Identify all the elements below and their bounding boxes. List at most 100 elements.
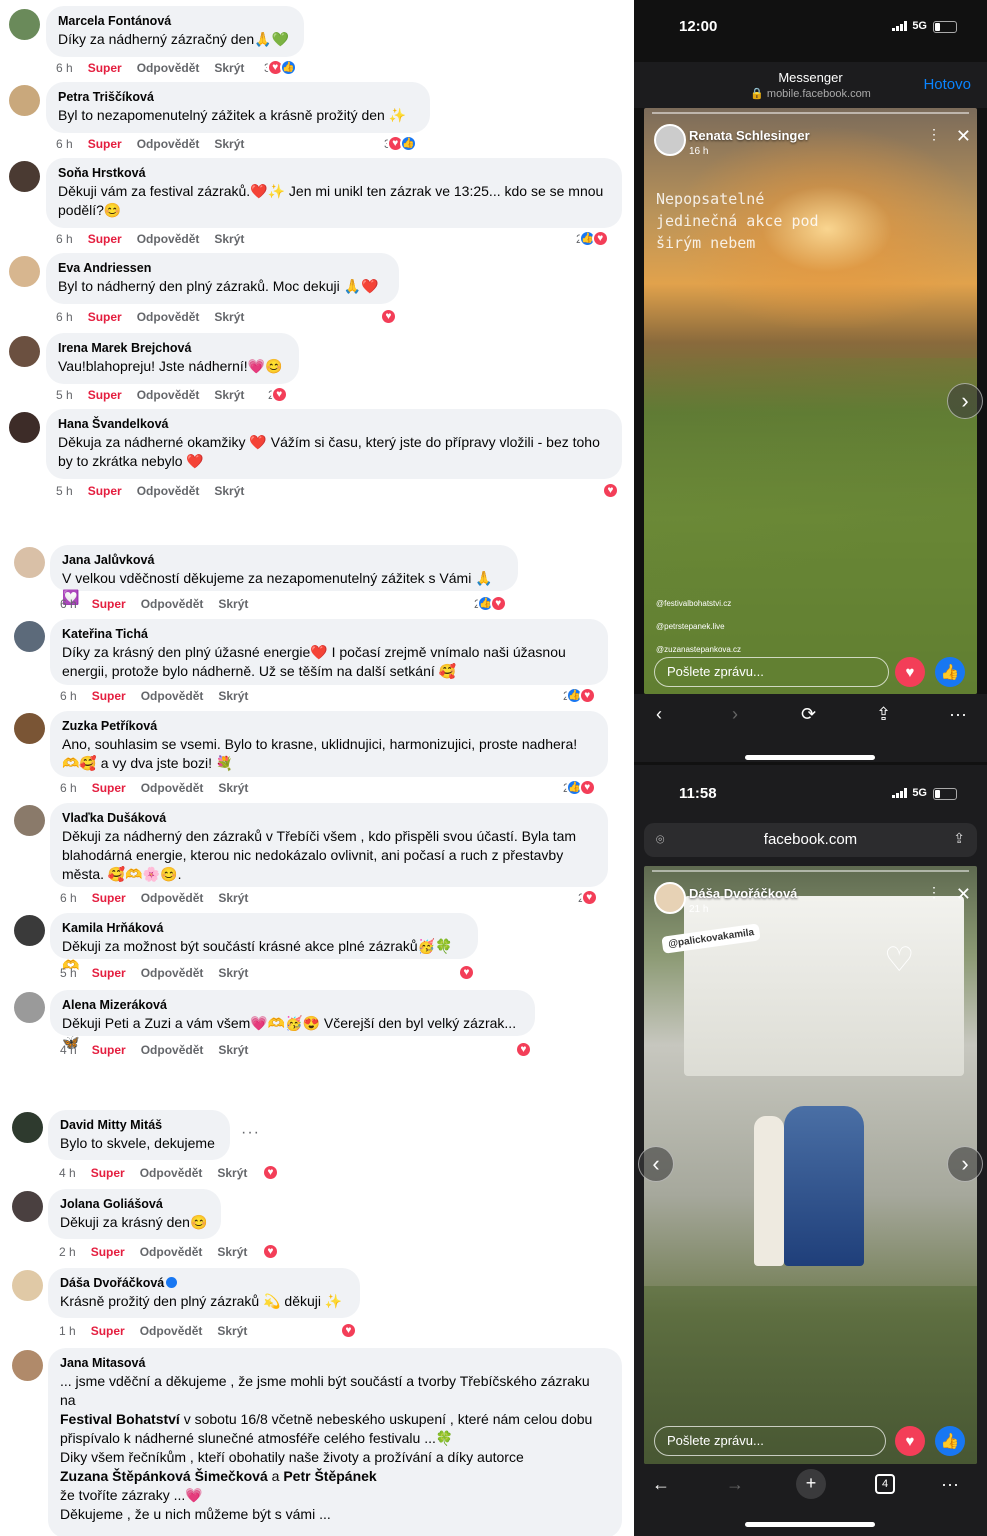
reply-button[interactable]: Odpovědět xyxy=(137,388,200,402)
comment-author[interactable]: Alena Mizeráková xyxy=(62,998,523,1013)
reaction-count[interactable]: ♥ xyxy=(602,482,619,499)
comment-time[interactable]: 2 h xyxy=(59,1245,76,1259)
comment-time[interactable]: 1 h xyxy=(59,1324,76,1338)
comment-author[interactable]: Hana Švandelková xyxy=(58,417,610,432)
reaction-count[interactable]: ♥ xyxy=(262,1164,279,1181)
story-avatar[interactable] xyxy=(654,882,686,914)
reply-button[interactable]: Odpovědět xyxy=(140,1324,203,1338)
reaction-count[interactable]: 2👍♥ xyxy=(563,779,596,796)
next-story-icon[interactable]: › xyxy=(947,1146,983,1182)
story-view[interactable]: Dáša Dvořáčková 21 h ⋮ ✕ @palickovakamil… xyxy=(644,866,977,1464)
comment-author[interactable]: Soňa Hrstková xyxy=(58,166,610,181)
avatar[interactable] xyxy=(14,805,45,836)
comment-time[interactable]: 4 h xyxy=(59,1166,76,1180)
comment-time[interactable]: 6 h xyxy=(56,137,73,151)
like-button[interactable]: Super xyxy=(92,966,126,980)
comment-time[interactable]: 4 h xyxy=(60,1043,77,1057)
reply-button[interactable]: Odpovědět xyxy=(140,1245,203,1259)
comment-author[interactable]: Zuzka Petříková xyxy=(62,719,596,734)
avatar[interactable] xyxy=(14,547,45,578)
avatar[interactable] xyxy=(9,85,40,116)
more-icon[interactable]: ··· xyxy=(949,704,967,725)
reader-icon[interactable]: ⌾ xyxy=(656,831,664,848)
reaction-count[interactable]: 2♥ xyxy=(578,889,598,906)
story-view[interactable]: Renata Schlesinger 16 h ⋮ ✕ Nepopsatelné… xyxy=(644,108,977,694)
reply-button[interactable]: Odpovědět xyxy=(140,1166,203,1180)
comment-author[interactable]: Jolana Goliášová xyxy=(60,1197,209,1212)
avatar[interactable] xyxy=(9,9,40,40)
reply-button[interactable]: Odpovědět xyxy=(137,484,200,498)
comment-time[interactable]: 6 h xyxy=(60,597,77,611)
like-button[interactable]: Super xyxy=(91,1245,125,1259)
more-icon[interactable]: ··· xyxy=(941,1474,959,1495)
comment-author[interactable]: Eva Andriessen xyxy=(58,261,387,276)
hide-button[interactable]: Skrýt xyxy=(214,484,244,498)
reply-button[interactable]: Odpovědět xyxy=(137,310,200,324)
avatar[interactable] xyxy=(9,412,40,443)
reaction-count[interactable]: ♥ xyxy=(458,964,475,981)
hide-button[interactable]: Skrýt xyxy=(218,597,248,611)
like-reaction-button[interactable]: 👍 xyxy=(935,657,965,687)
share-icon[interactable]: ⇪ xyxy=(876,704,891,725)
comment-time[interactable]: 5 h xyxy=(60,966,77,980)
comment-author[interactable]: Kamila Hrňáková xyxy=(62,921,466,936)
like-button[interactable]: Super xyxy=(88,388,122,402)
more-options-icon[interactable]: ⋮ xyxy=(927,884,941,901)
like-button[interactable]: Super xyxy=(88,232,122,246)
reaction-count[interactable]: 2♥ xyxy=(268,386,288,403)
comment-time[interactable]: 6 h xyxy=(60,689,77,703)
like-button[interactable]: Super xyxy=(88,310,122,324)
heart-reaction-button[interactable]: ♥ xyxy=(895,1426,925,1456)
like-reaction-button[interactable]: 👍 xyxy=(935,1426,965,1456)
reply-button[interactable]: Odpovědět xyxy=(141,891,204,905)
like-button[interactable]: Super xyxy=(92,597,126,611)
more-options-icon[interactable]: ⋮ xyxy=(927,126,941,143)
next-story-icon[interactable]: › xyxy=(947,383,983,419)
hide-button[interactable]: Skrýt xyxy=(217,1166,247,1180)
address-bar[interactable]: ⌾ facebook.com ⇪ xyxy=(644,823,977,857)
hide-button[interactable]: Skrýt xyxy=(217,1324,247,1338)
like-button[interactable]: Super xyxy=(91,1166,125,1180)
like-button[interactable]: Super xyxy=(92,891,126,905)
reply-button[interactable]: Odpovědět xyxy=(141,1043,204,1057)
comment-author[interactable]: Vlaďka Dušáková xyxy=(62,811,596,826)
like-button[interactable]: Super xyxy=(92,781,126,795)
reaction-count[interactable]: 2👍♥ xyxy=(563,687,596,704)
comment-time[interactable]: 6 h xyxy=(56,61,73,75)
avatar[interactable] xyxy=(9,161,40,192)
reaction-count[interactable]: ♥ xyxy=(515,1041,532,1058)
reaction-count[interactable]: ♥ xyxy=(380,308,397,325)
like-button[interactable]: Super xyxy=(92,689,126,703)
hide-button[interactable]: Skrýt xyxy=(214,232,244,246)
avatar[interactable] xyxy=(12,1191,43,1222)
hide-button[interactable]: Skrýt xyxy=(218,966,248,980)
previous-story-icon[interactable]: ‹ xyxy=(638,1146,674,1182)
reaction-count[interactable]: 2👍♥ xyxy=(474,595,507,612)
hide-button[interactable]: Skrýt xyxy=(214,61,244,75)
reaction-count[interactable]: ♥ xyxy=(262,1243,279,1260)
more-options-icon[interactable]: ··· xyxy=(241,1124,260,1142)
story-avatar[interactable] xyxy=(654,124,686,156)
avatar[interactable] xyxy=(14,915,45,946)
reply-button[interactable]: Odpovědět xyxy=(141,966,204,980)
share-icon[interactable]: ⇪ xyxy=(953,830,965,847)
hide-button[interactable]: Skrýt xyxy=(218,1043,248,1057)
avatar[interactable] xyxy=(14,621,45,652)
comment-time[interactable]: 6 h xyxy=(60,781,77,795)
hide-button[interactable]: Skrýt xyxy=(214,137,244,151)
like-button[interactable]: Super xyxy=(88,61,122,75)
comment-author[interactable]: Irena Marek Brejchová xyxy=(58,341,287,356)
comment-time[interactable]: 6 h xyxy=(60,891,77,905)
like-button[interactable]: Super xyxy=(91,1324,125,1338)
reply-button[interactable]: Odpovědět xyxy=(137,61,200,75)
forward-arrow-icon[interactable]: → xyxy=(726,1474,744,1495)
comment-time[interactable]: 5 h xyxy=(56,388,73,402)
reply-button[interactable]: Odpovědět xyxy=(141,689,204,703)
reaction-count[interactable]: 2👍♥ xyxy=(576,230,609,247)
comment-time[interactable]: 6 h xyxy=(56,232,73,246)
reply-input[interactable]: Pošlete zprávu... xyxy=(654,1426,886,1456)
tabs-icon[interactable]: 4 xyxy=(875,1474,895,1494)
forward-icon[interactable]: › xyxy=(732,704,738,725)
comment-author[interactable]: Dáša Dvořáčková xyxy=(60,1276,348,1291)
close-icon[interactable]: ✕ xyxy=(956,884,971,905)
